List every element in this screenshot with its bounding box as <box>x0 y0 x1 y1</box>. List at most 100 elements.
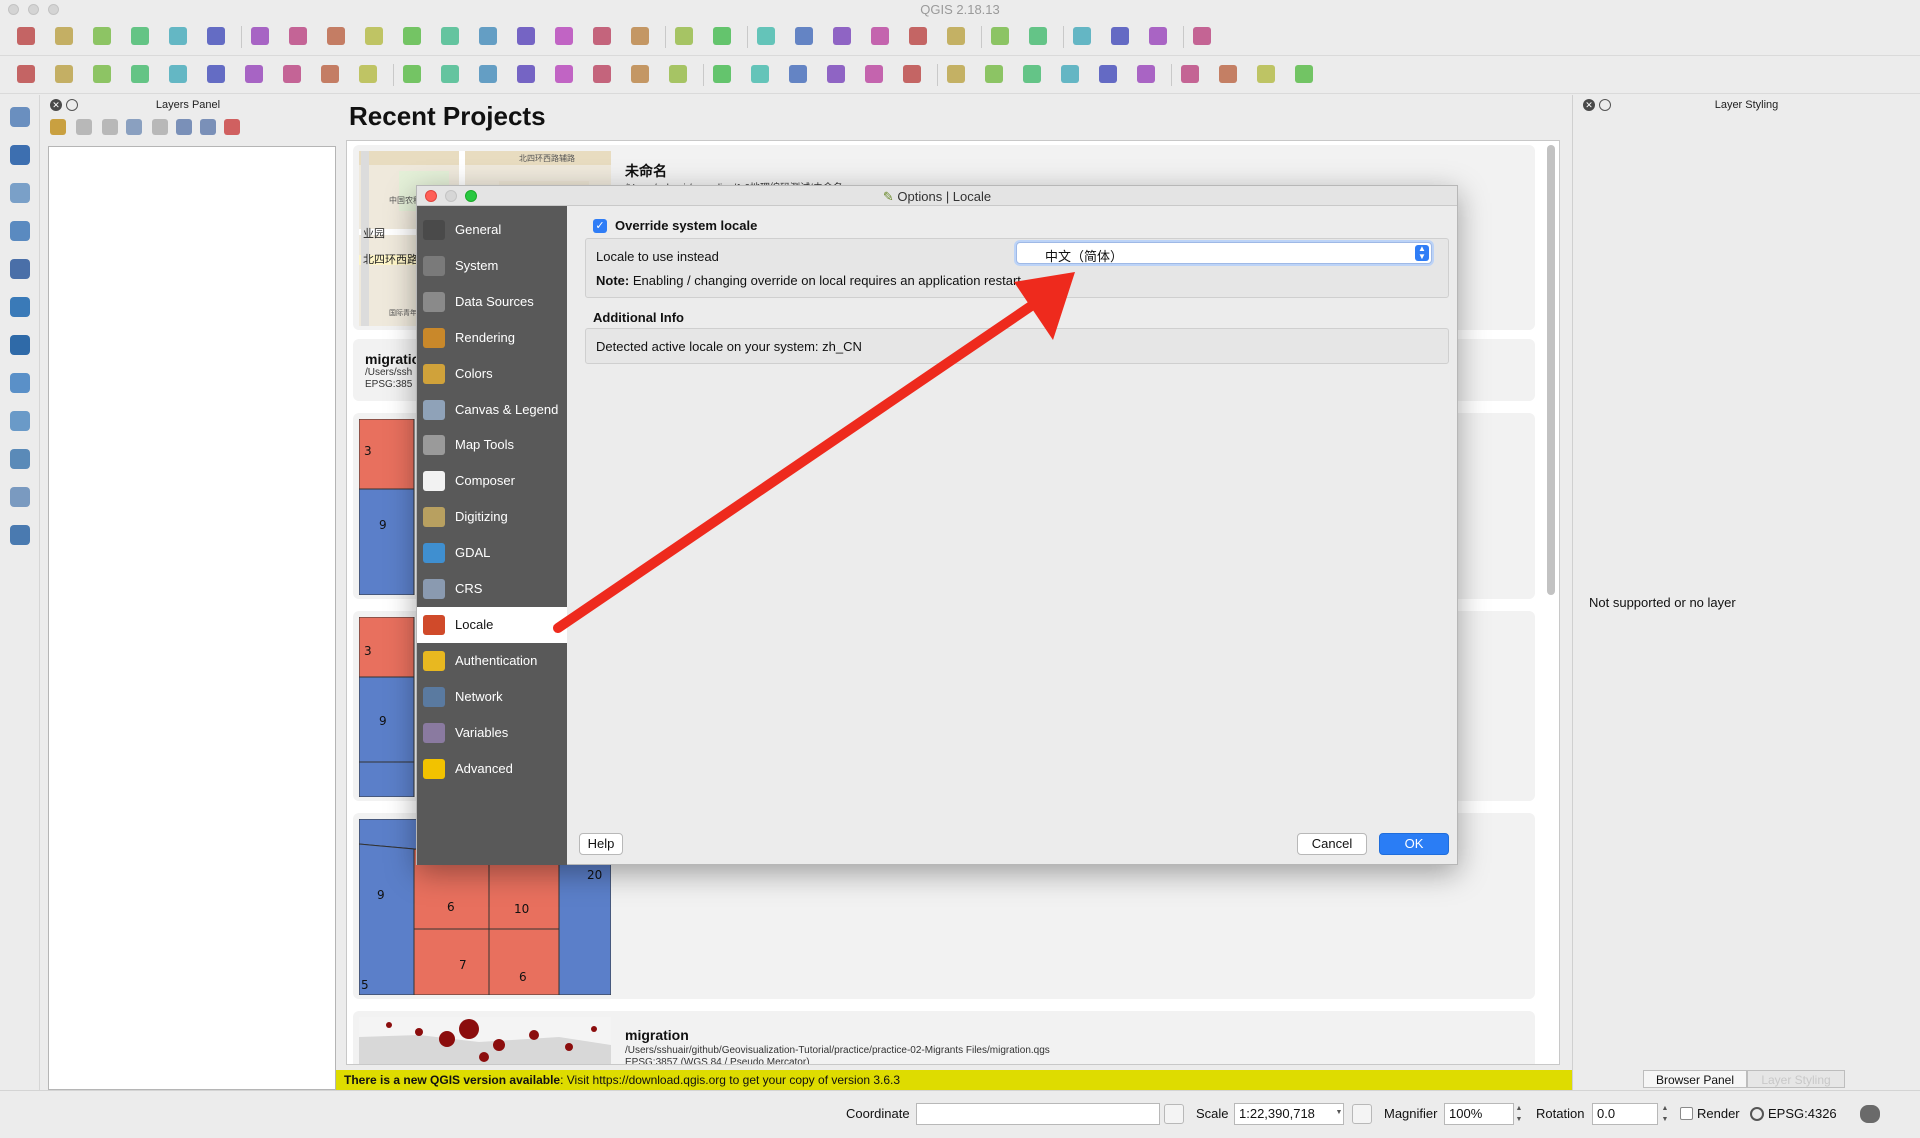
new-spatialite-layer-button[interactable] <box>6 483 34 511</box>
zoom-in-button[interactable] <box>322 23 350 51</box>
nav-item-canvas-legend[interactable]: Canvas & Legend <box>417 392 567 428</box>
float-icon[interactable] <box>66 99 78 111</box>
nav-item-rendering[interactable]: Rendering <box>417 320 567 356</box>
new-bookmark-button[interactable] <box>670 23 698 51</box>
add-feature-button[interactable] <box>126 61 154 89</box>
add-virtual-layer-button[interactable] <box>6 407 34 435</box>
help-button[interactable]: Help <box>579 833 623 855</box>
zoom-to-selection-button[interactable] <box>474 23 502 51</box>
new-print-composer-button[interactable] <box>164 23 192 51</box>
layers-tree[interactable] <box>48 146 336 1090</box>
override-locale-checkbox[interactable]: ✓ <box>593 219 607 233</box>
plugin-button[interactable] <box>746 61 774 89</box>
node-tool-button[interactable] <box>202 61 230 89</box>
field-calculator-button[interactable] <box>986 23 1014 51</box>
layer-labeling-button[interactable] <box>474 61 502 89</box>
magnifier-field[interactable]: 100% <box>1444 1103 1514 1125</box>
nav-item-colors[interactable]: Colors <box>417 356 567 392</box>
float-icon[interactable] <box>1599 99 1611 111</box>
camera-button[interactable] <box>1132 61 1160 89</box>
new-shapefile-button[interactable] <box>6 445 34 473</box>
nav-item-data-sources[interactable]: Data Sources <box>417 284 567 320</box>
crosshair-button[interactable] <box>1176 61 1204 89</box>
nav-item-advanced[interactable]: Advanced <box>417 751 567 787</box>
nav-item-variables[interactable]: Variables <box>417 715 567 751</box>
save-edits-button[interactable] <box>88 61 116 89</box>
wms-button[interactable] <box>822 61 850 89</box>
filter-icon[interactable] <box>126 119 142 135</box>
close-icon[interactable]: ✕ <box>1583 99 1595 111</box>
copy-features-button[interactable] <box>316 61 344 89</box>
remove-layer-icon[interactable] <box>224 119 240 135</box>
composer-manager-button[interactable] <box>202 23 230 51</box>
pin-labels-button[interactable] <box>512 61 540 89</box>
save-as-button[interactable] <box>126 23 154 51</box>
ok-button[interactable]: OK <box>1379 833 1449 855</box>
database-button[interactable] <box>898 61 926 89</box>
zoom-to-layer-button[interactable] <box>512 23 540 51</box>
pan-button[interactable] <box>246 23 274 51</box>
zoom-full-button[interactable] <box>436 23 464 51</box>
rotation-spin-icon[interactable]: ▲ ▼ <box>1660 1103 1670 1125</box>
grass-button[interactable] <box>708 61 736 89</box>
paste-features-button[interactable] <box>354 61 382 89</box>
nav-item-gdal[interactable]: GDAL <box>417 535 567 571</box>
visibility-eye-icon[interactable] <box>102 119 118 135</box>
nav-item-map-tools[interactable]: Map Tools <box>417 427 567 463</box>
new-project-button[interactable] <box>12 23 40 51</box>
recent-project-card[interactable]: migration /Users/sshuair/github/Geovisua… <box>353 1011 1535 1064</box>
identify-button[interactable] <box>752 23 780 51</box>
attribute-table-button[interactable] <box>942 23 970 51</box>
nav-item-general[interactable]: General <box>417 212 567 248</box>
save-project-button[interactable] <box>88 23 116 51</box>
circles-button[interactable] <box>1094 61 1122 89</box>
measure-button[interactable] <box>790 23 818 51</box>
close-icon[interactable]: ✕ <box>50 99 62 111</box>
add-raster-layer-button[interactable] <box>6 141 34 169</box>
annotation-button[interactable] <box>1106 23 1134 51</box>
move-feature-button[interactable] <box>164 61 192 89</box>
nav-item-locale[interactable]: Locale <box>417 606 567 643</box>
nav-item-crs[interactable]: CRS <box>417 571 567 607</box>
raster-button[interactable] <box>784 61 812 89</box>
crs-status[interactable]: EPSG:4326 <box>1768 1106 1837 1121</box>
map-tips-button[interactable] <box>1068 23 1096 51</box>
rotate-label-button[interactable] <box>626 61 654 89</box>
add-wfs-button[interactable] <box>6 369 34 397</box>
new-temp-layer-button[interactable] <box>6 521 34 549</box>
help-button[interactable] <box>1188 23 1216 51</box>
statistics-button[interactable] <box>1024 23 1052 51</box>
toggle-editing-button[interactable] <box>50 61 78 89</box>
label-button[interactable] <box>398 61 426 89</box>
layer-style-icon[interactable] <box>50 119 66 135</box>
refresh-button[interactable] <box>708 23 736 51</box>
pan-to-selection-button[interactable] <box>284 23 312 51</box>
georef-button[interactable] <box>1214 61 1242 89</box>
zoom-out-button[interactable] <box>360 23 388 51</box>
locale-select[interactable]: 中文（简体） ▲ ▼ <box>1016 242 1432 264</box>
select-features-button[interactable] <box>828 23 856 51</box>
render-checkbox[interactable] <box>1680 1107 1693 1120</box>
svg-button[interactable] <box>1056 61 1084 89</box>
current-edits-button[interactable] <box>12 61 40 89</box>
wfs-button[interactable] <box>860 61 888 89</box>
show-labels-button[interactable] <box>550 61 578 89</box>
rotation-field[interactable]: 0.0 <box>1592 1103 1658 1125</box>
scale-dropdown-icon[interactable]: ▼ <box>1334 1107 1344 1129</box>
magnifier-spin-icon[interactable]: ▲ ▼ <box>1514 1103 1524 1125</box>
cut-features-button[interactable] <box>278 61 306 89</box>
python-button[interactable] <box>980 61 1008 89</box>
crs-globe-icon[interactable] <box>1750 1107 1764 1121</box>
tab-layer-styling[interactable]: Layer Styling <box>1747 1070 1845 1088</box>
zoom-next-button[interactable] <box>588 23 616 51</box>
nav-item-network[interactable]: Network <box>417 679 567 715</box>
select-by-value-button[interactable] <box>866 23 894 51</box>
cancel-button[interactable]: Cancel <box>1297 833 1367 855</box>
tab-browser-panel[interactable]: Browser Panel <box>1643 1070 1747 1088</box>
open-project-button[interactable] <box>50 23 78 51</box>
change-label-button[interactable] <box>664 61 692 89</box>
network-button[interactable] <box>1290 61 1318 89</box>
expand-all-icon[interactable] <box>176 119 192 135</box>
topology-button[interactable] <box>1252 61 1280 89</box>
messages-icon[interactable] <box>1860 1105 1880 1123</box>
